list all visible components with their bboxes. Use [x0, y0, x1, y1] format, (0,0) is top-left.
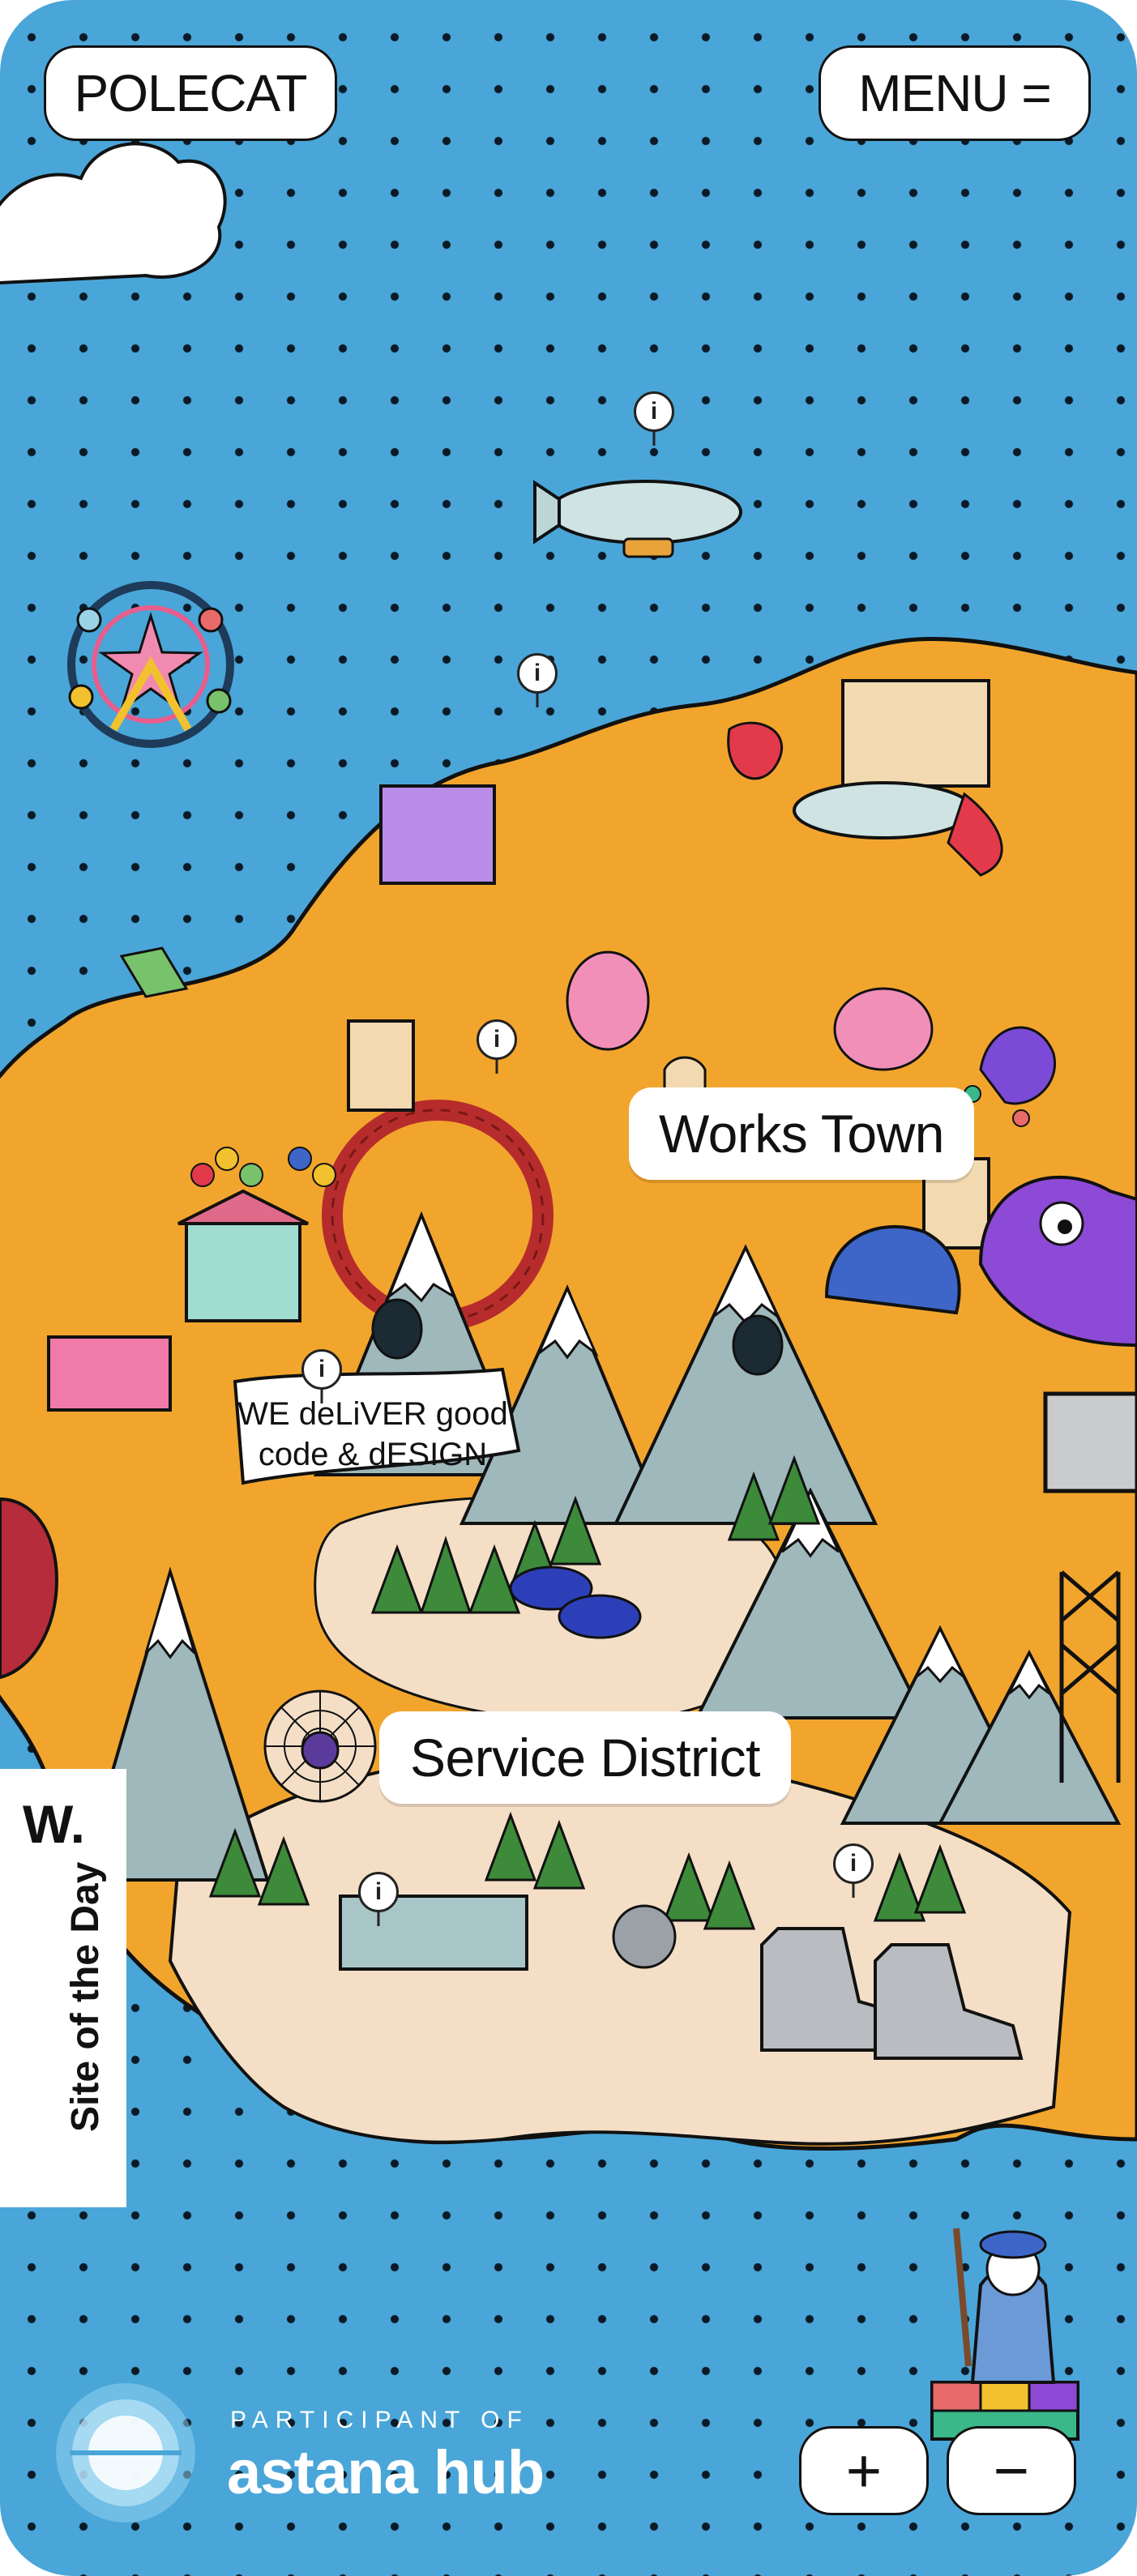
menu-button[interactable]: MENU = [819, 45, 1091, 141]
slogan-banner: WE deLiVER good code & dESIGN [233, 1367, 521, 1485]
astana-hub-logo-icon [56, 2383, 195, 2523]
blimp [533, 480, 742, 558]
map-viewport[interactable]: WE deLiVER good code & dESIGN i i i i i … [0, 0, 1137, 2576]
partner-name: astana hub [227, 2438, 545, 2507]
awwwards-initial: W. [23, 1794, 85, 1854]
cloud [0, 142, 227, 285]
ferris-wheel [67, 581, 234, 748]
svg-text:WE deLiVER good: WE deLiVER good [237, 1396, 508, 1432]
info-marker[interactable]: i [477, 1019, 517, 1060]
svg-text:code & dESIGN: code & dESIGN [259, 1437, 487, 1472]
district-label-service-district[interactable]: Service District [379, 1711, 791, 1804]
info-marker[interactable]: i [634, 391, 674, 432]
district-label-works-town[interactable]: Works Town [629, 1087, 974, 1180]
info-marker[interactable]: i [358, 1872, 399, 1912]
zoom-out-button[interactable]: − [947, 2426, 1076, 2515]
logo-button[interactable]: POLECAT [44, 45, 337, 141]
info-marker[interactable]: i [833, 1843, 874, 1884]
zoom-in-button[interactable]: + [799, 2426, 929, 2515]
partner-caption: PARTICIPANT OF [230, 2407, 529, 2433]
sailor-character [930, 2228, 1079, 2441]
spider-web [263, 1690, 377, 1803]
badge-text: Site of the Day [64, 1861, 107, 2132]
info-marker[interactable]: i [301, 1349, 342, 1390]
site-of-the-day-badge[interactable]: W. Site of the Day [0, 1769, 126, 2207]
astana-hub-partner[interactable]: PARTICIPANT OF astana hub [53, 2381, 588, 2523]
map-illustration[interactable]: WE deLiVER good code & dESIGN [0, 0, 1137, 2576]
info-marker[interactable]: i [517, 653, 558, 694]
